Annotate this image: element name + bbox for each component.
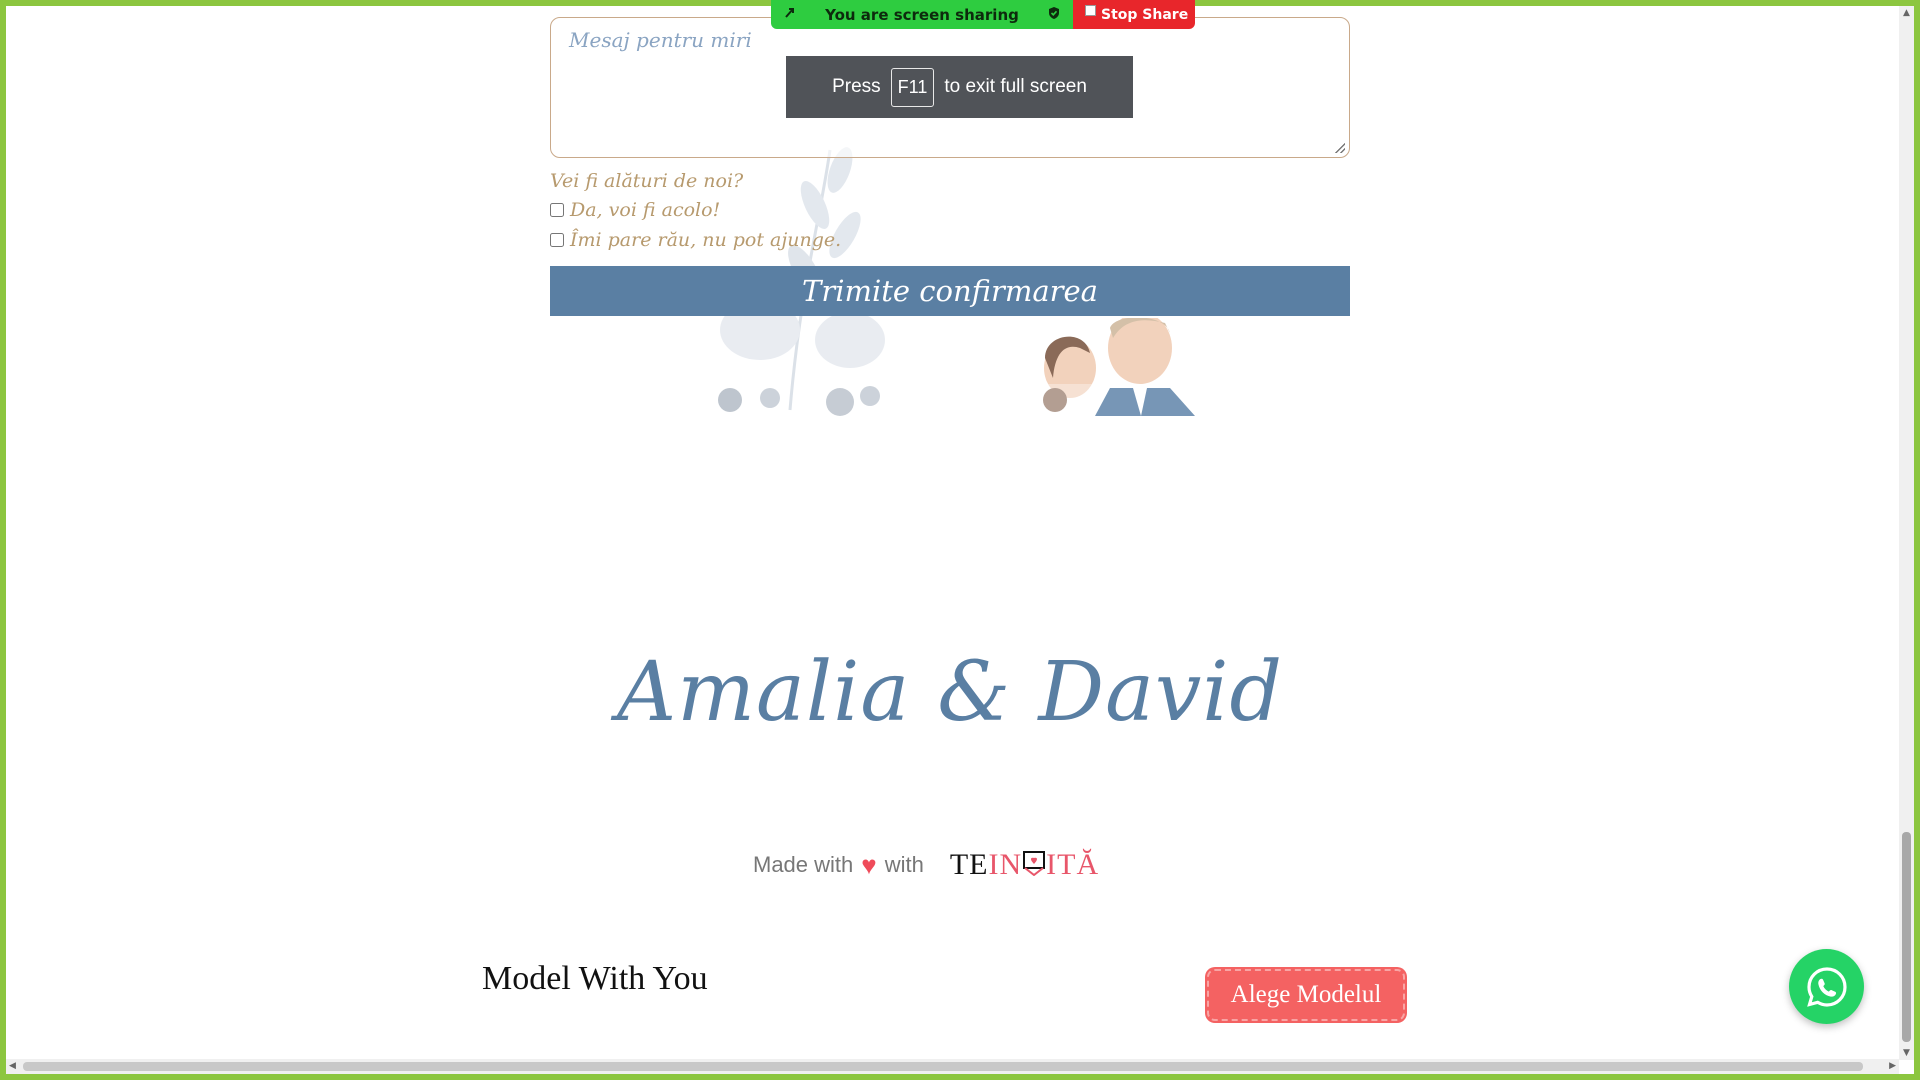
stop-share-label: Stop Share: [1101, 6, 1189, 23]
stop-icon: [1085, 5, 1096, 16]
rsvp-option-yes[interactable]: Da, voi fi acolo!: [550, 199, 720, 221]
share-status-text: You are screen sharing: [825, 5, 1019, 24]
scroll-down-icon[interactable]: ▼: [1899, 1048, 1914, 1058]
logo-part-2: IN: [988, 848, 1023, 881]
scroll-up-icon[interactable]: ▲: [1899, 8, 1914, 18]
screen-share-bar: You are screen sharing Stop Share: [771, 0, 1195, 29]
scroll-right-icon[interactable]: ▶: [1889, 1059, 1896, 1074]
vertical-scroll-thumb[interactable]: [1902, 832, 1911, 1042]
rsvp-option-no[interactable]: Îmi pare rău, nu pot ajunge.: [550, 229, 841, 251]
shield-check-icon: [1047, 6, 1061, 24]
rsvp-no-label: Îmi pare rău, nu pot ajunge.: [570, 229, 842, 251]
rsvp-question: Vei fi alături de noi?: [550, 170, 744, 192]
couple-names: Amalia & David: [617, 645, 1283, 740]
model-title: Model With You: [482, 960, 708, 997]
choose-model-button[interactable]: Alege Modelul: [1207, 969, 1405, 1021]
logo-part-3: ITĂ: [1046, 848, 1100, 881]
rsvp-no-checkbox[interactable]: [550, 233, 564, 247]
vertical-scrollbar[interactable]: ▲ ▼: [1899, 6, 1914, 1060]
envelope-heart-icon: [1022, 848, 1046, 881]
rsvp-yes-label: Da, voi fi acolo!: [570, 199, 721, 221]
submit-rsvp-button[interactable]: Trimite confirmarea: [550, 266, 1350, 316]
horizontal-scrollbar[interactable]: ◀ ▶: [6, 1059, 1899, 1074]
horizontal-scroll-thumb[interactable]: [23, 1062, 1863, 1071]
couple-illustration: [1025, 318, 1225, 416]
whatsapp-icon: [1806, 966, 1847, 1007]
scroll-left-icon[interactable]: ◀: [9, 1059, 16, 1074]
made-with-text: Made with: [753, 852, 854, 877]
rsvp-yes-checkbox[interactable]: [550, 203, 564, 217]
toast-prefix: Press: [832, 76, 881, 97]
whatsapp-button[interactable]: [1789, 949, 1864, 1024]
teinvita-logo[interactable]: TEIN ITĂ: [950, 848, 1099, 882]
fullscreen-toast: Press F11 to exit full screen: [786, 56, 1133, 118]
made-with-credit: Made with ♥ with TEIN ITĂ: [753, 848, 1099, 882]
heart-icon: ♥: [861, 849, 877, 880]
screen-share-frame: [0, 0, 1920, 1080]
with-text: with: [884, 852, 924, 877]
toast-suffix: to exit full screen: [944, 76, 1087, 97]
share-status: You are screen sharing: [771, 0, 1073, 29]
toast-key: F11: [890, 67, 935, 107]
resize-handle[interactable]: [1335, 143, 1345, 153]
stop-share-button[interactable]: Stop Share: [1073, 0, 1195, 29]
logo-part-1: TE: [949, 848, 989, 881]
share-arrow-icon: [783, 6, 797, 24]
